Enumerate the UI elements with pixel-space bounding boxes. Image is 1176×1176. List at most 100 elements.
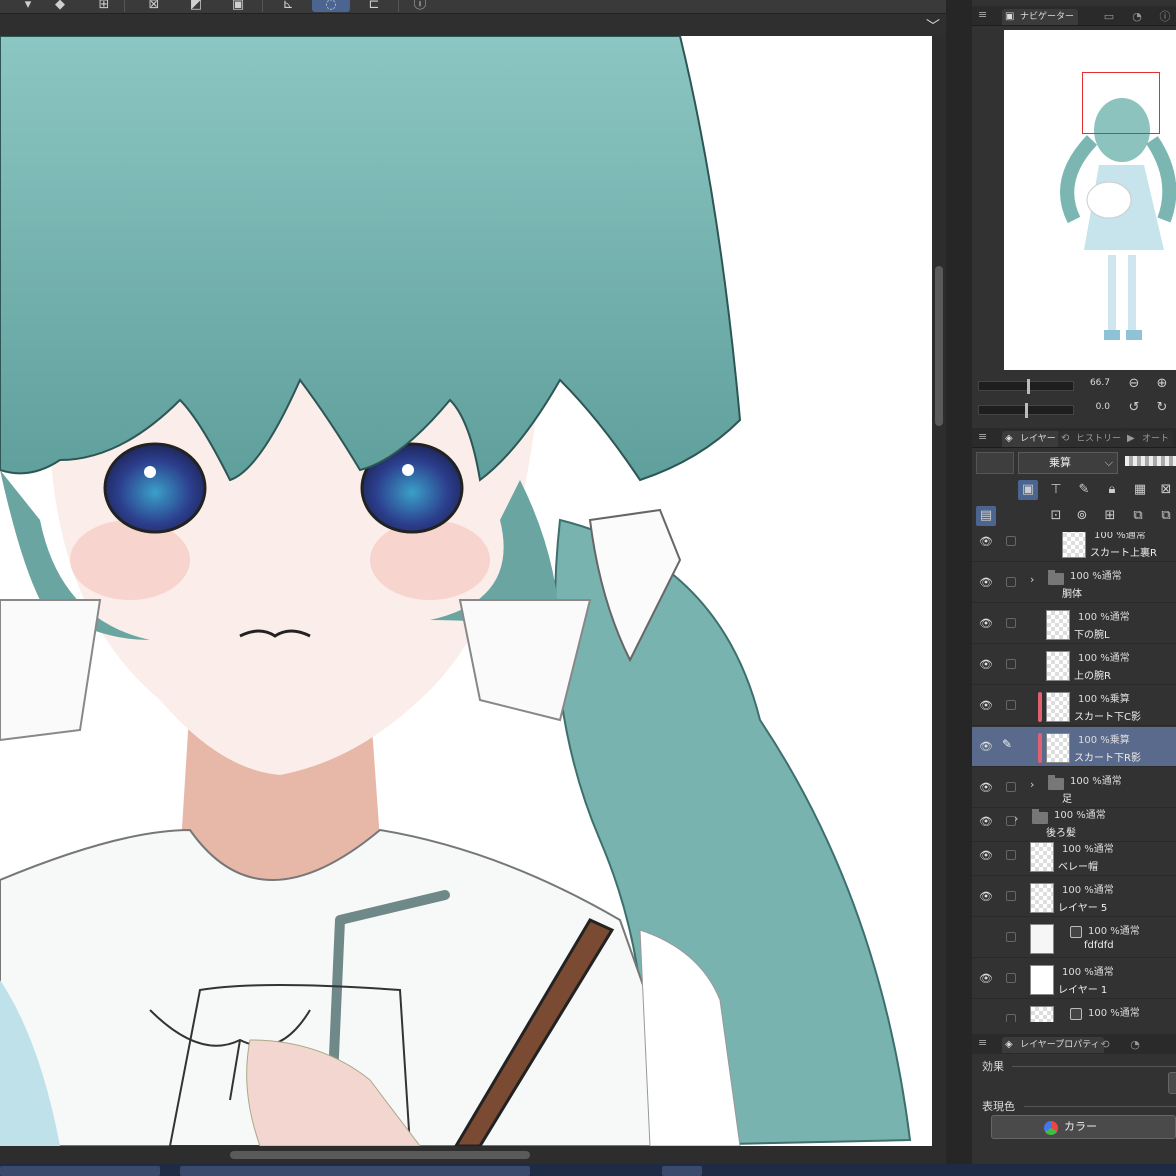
taskbar-item[interactable] xyxy=(662,1166,702,1176)
flip-icon[interactable]: ⊾ xyxy=(280,0,296,12)
expression-color-button[interactable]: カラー xyxy=(991,1115,1176,1139)
lock-toggle[interactable] xyxy=(1006,1014,1016,1022)
menu-icon[interactable]: ≡ xyxy=(978,8,987,21)
draft-layer-icon[interactable]: ✎ xyxy=(1074,480,1094,500)
rotate-slider[interactable] xyxy=(978,403,1074,418)
tab-layer[interactable]: ◈ レイヤー xyxy=(1002,431,1060,447)
canvas-vertical-scrollbar[interactable] xyxy=(932,36,946,1146)
menu-icon[interactable]: ≡ xyxy=(978,1036,987,1049)
eye-icon[interactable]: 👁︎ xyxy=(978,849,994,863)
zoom-in-icon[interactable]: ⊕ xyxy=(1154,376,1170,392)
animation-icon[interactable]: ◔ xyxy=(1126,1037,1144,1053)
layer-row[interactable]: 👁︎ 100 %通常 上の腕R xyxy=(972,645,1176,685)
scroll-thumb[interactable] xyxy=(230,1151,530,1159)
lock-transparency-icon[interactable]: ▦ xyxy=(1130,480,1150,500)
lock-layer-icon[interactable]: 🔒︎ xyxy=(1102,480,1122,500)
rotate-view-icon[interactable]: ◌ xyxy=(312,0,350,12)
eye-icon[interactable]: 👁︎ xyxy=(978,972,994,986)
rotate-right-icon[interactable]: ↻ xyxy=(1154,400,1170,416)
layer-list-icon[interactable]: ▤ xyxy=(976,506,996,526)
canvas[interactable] xyxy=(0,36,932,1146)
panel-divider[interactable] xyxy=(946,0,972,1164)
slider-knob[interactable] xyxy=(1025,403,1028,418)
opacity-slider[interactable] xyxy=(1125,456,1176,466)
layer-color-dropdown[interactable] xyxy=(976,452,1014,474)
taskbar-item[interactable] xyxy=(180,1166,530,1176)
eye-icon[interactable]: 👁︎ xyxy=(978,815,994,829)
new-folder-icon[interactable]: ⊞ xyxy=(1100,506,1120,526)
chevron-right-icon[interactable]: › xyxy=(1014,812,1018,825)
select-all-icon[interactable]: ▣ xyxy=(230,0,246,12)
rotate-left-icon[interactable]: ↺ xyxy=(1126,400,1142,416)
canvas-horizontal-scrollbar[interactable] xyxy=(0,1146,946,1164)
layer-row[interactable]: 100 %通常 fdfdfd xyxy=(972,918,1176,958)
lock-toggle[interactable] xyxy=(1006,782,1016,792)
crop-icon[interactable]: ◩ xyxy=(188,0,204,12)
lock-toggle[interactable] xyxy=(1006,973,1016,983)
blend-mode-select[interactable]: 乗算 ⌵ xyxy=(1018,452,1118,474)
ruler-icon[interactable]: ⊏ xyxy=(366,0,382,12)
layer-row[interactable]: 👁︎ ✎ 100 %乗算 スカート下R影 xyxy=(972,727,1176,767)
effect-button[interactable] xyxy=(1168,1072,1176,1094)
chevron-down-icon[interactable]: ﹀ xyxy=(926,16,940,36)
mask-icon[interactable]: ⊠ xyxy=(1156,480,1176,500)
taskbar-item[interactable] xyxy=(0,1166,160,1176)
layer-row[interactable]: 👁︎ 100 %通常 レイヤー 5 xyxy=(972,877,1176,917)
lock-toggle[interactable] xyxy=(1006,932,1016,942)
clip-lower-layer-icon[interactable]: ▣ xyxy=(1018,480,1038,500)
eye-icon[interactable]: 👁︎ xyxy=(978,781,994,795)
layer-row[interactable]: 👁︎ 100 %乗算 スカート下C影 xyxy=(972,686,1176,726)
reference-layer-icon[interactable]: ⊤ xyxy=(1046,480,1066,500)
transfer-layer-icon[interactable]: ⧉ xyxy=(1128,506,1148,526)
chevron-right-icon[interactable]: › xyxy=(1030,778,1034,791)
info-icon[interactable]: ⓘ xyxy=(1156,9,1174,25)
lock-toggle[interactable] xyxy=(1006,618,1016,628)
eye-icon[interactable]: 👁︎ xyxy=(978,699,994,713)
lock-toggle[interactable] xyxy=(1006,659,1016,669)
search-layer-icon[interactable]: ⟲ xyxy=(1096,1037,1114,1053)
tab-auto-action[interactable]: ▶ オート xyxy=(1124,431,1174,447)
lock-toggle[interactable] xyxy=(1006,891,1016,901)
eye-icon[interactable] xyxy=(978,1013,994,1022)
lock-toggle[interactable] xyxy=(1006,850,1016,860)
folder-icon xyxy=(1048,775,1064,790)
fill-tool-icon[interactable]: ◆ xyxy=(52,0,68,12)
transform-icon[interactable]: ⊞ xyxy=(96,0,112,12)
layer-row[interactable]: 👁︎ 100 %通常 ベレー帽 xyxy=(972,836,1176,876)
sub-view-icon[interactable]: ▭ xyxy=(1100,9,1118,25)
chevron-right-icon[interactable]: › xyxy=(1030,573,1034,586)
history-icon[interactable]: ◔ xyxy=(1128,9,1146,25)
layer-row[interactable]: 👁︎ 100 %通常 下の腕L xyxy=(972,604,1176,644)
layer-row[interactable]: 👁︎ 100 %通常 レイヤー 1 xyxy=(972,959,1176,999)
tab-history[interactable]: ⟲ ヒストリー xyxy=(1058,431,1126,447)
slider-knob[interactable] xyxy=(1027,379,1030,394)
new-raster-layer-icon[interactable]: ⊡ xyxy=(1046,506,1066,526)
navigator-view-frame[interactable] xyxy=(1082,72,1160,134)
lasso-tool-icon[interactable]: ▾ xyxy=(20,0,36,12)
lock-toggle[interactable] xyxy=(1006,536,1016,546)
zoom-out-icon[interactable]: ⊖ xyxy=(1126,376,1142,392)
lock-toggle[interactable] xyxy=(1006,577,1016,587)
eye-icon[interactable]: 👁︎ xyxy=(978,890,994,904)
layer-list[interactable]: 👁︎ 100 %通常 スカート上裏R 👁︎ › 100 %通常 胴体 👁︎ 100 %通常 下の腕… xyxy=(972,532,1176,1022)
lock-toggle[interactable] xyxy=(1006,700,1016,710)
eye-icon[interactable]: 👁︎ xyxy=(978,576,994,590)
help-icon[interactable]: ⓘ xyxy=(412,0,428,12)
layer-row[interactable]: 👁︎ 100 %通常 スカート上裏R xyxy=(972,532,1176,562)
eye-icon[interactable]: 👁︎ xyxy=(978,535,994,549)
menu-icon[interactable]: ≡ xyxy=(978,430,987,443)
eye-icon[interactable]: 👁︎ xyxy=(978,740,994,754)
layer-row[interactable]: 👁︎ › 100 %通常 胴体 xyxy=(972,563,1176,603)
zoom-slider[interactable] xyxy=(978,379,1074,394)
eye-icon[interactable]: 👁︎ xyxy=(978,658,994,672)
new-vector-layer-icon[interactable]: ⊚ xyxy=(1072,506,1092,526)
eye-icon[interactable] xyxy=(978,931,994,945)
clear-selection-icon[interactable]: ⊠ xyxy=(146,0,162,12)
scroll-thumb[interactable] xyxy=(935,266,943,426)
layer-row[interactable]: 100 %通常対称定規 1 xyxy=(972,1000,1176,1022)
tab-navigator[interactable]: ▣ ナビゲーター xyxy=(1002,9,1079,25)
tab-layer-property[interactable]: ◈ レイヤープロパティ xyxy=(1002,1037,1104,1053)
eye-icon[interactable]: 👁︎ xyxy=(978,617,994,631)
merge-layer-icon[interactable]: ⧉ xyxy=(1156,506,1176,526)
navigator-preview[interactable] xyxy=(1004,30,1176,370)
